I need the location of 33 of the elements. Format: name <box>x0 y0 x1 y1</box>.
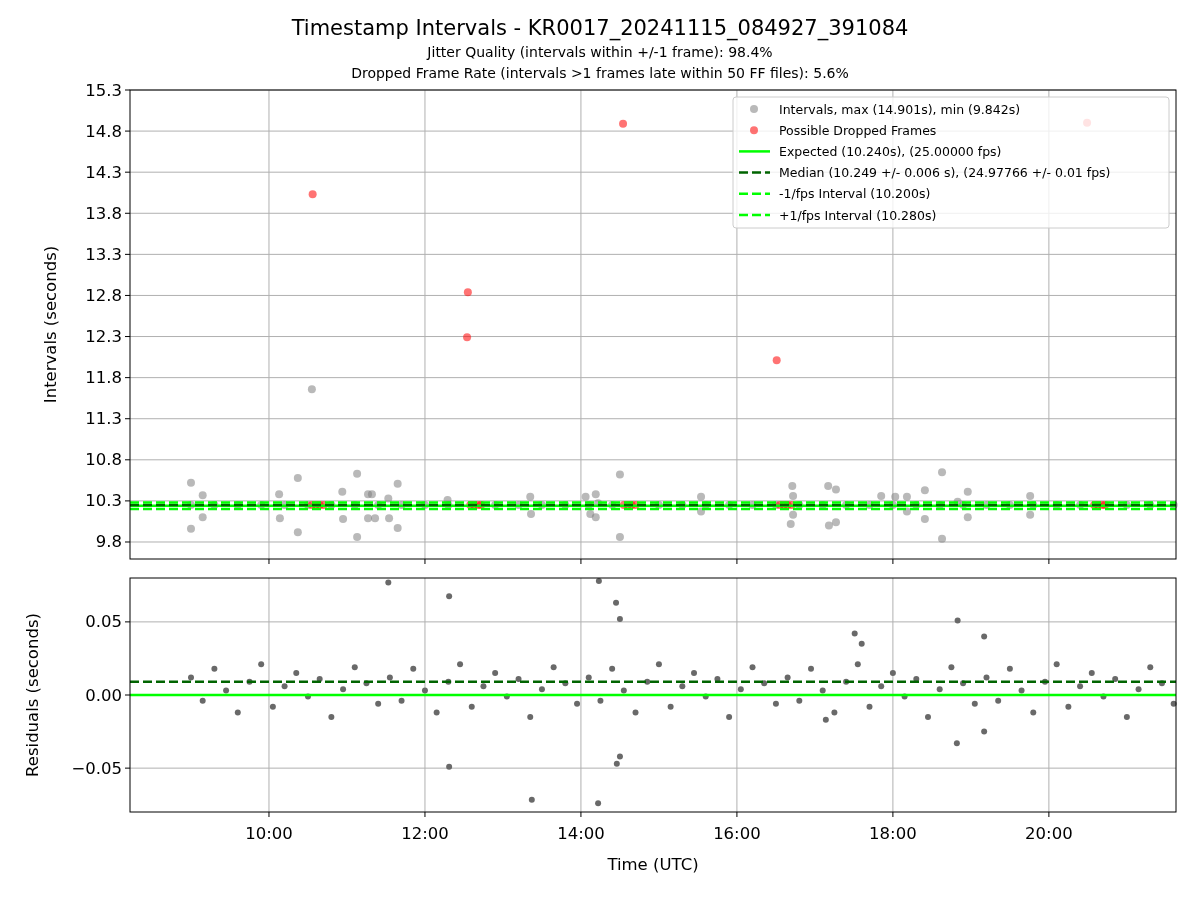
legend-label: Intervals, max (14.901s), min (9.842s) <box>779 101 1021 117</box>
tick-label: 15.3 <box>85 82 122 100</box>
axis-label: Time (UTC) <box>607 854 699 874</box>
tick-label: 13.3 <box>85 244 122 264</box>
legend-label: Expected (10.240s), (25.00000 fps) <box>779 143 1002 159</box>
legend-label: Median (10.249 +/- 0.006 s), (24.97766 +/- 0.01 fps) <box>779 165 1111 181</box>
tick-label: 16:00 <box>713 823 761 843</box>
tick-label: 10:00 <box>245 823 293 843</box>
tick-label: 10.3 <box>85 491 122 511</box>
chart-subtitle: Dropped Frame Rate (intervals >1 frames late within 50 FF files): 5.6% <box>351 64 849 83</box>
tick-label: 14.3 <box>85 162 122 182</box>
axis-label: Intervals (seconds) <box>40 245 60 404</box>
legend-label: -1/fps Interval (10.200s) <box>779 186 931 202</box>
tick-label: 0.05 <box>85 612 122 632</box>
tick-label: 14.8 <box>85 121 122 141</box>
tick-label: 12:00 <box>401 823 449 843</box>
tick-label: 12.3 <box>85 327 122 347</box>
tick-label: 11.3 <box>85 409 122 429</box>
tick-label: 12.8 <box>85 285 122 305</box>
chart-title: Timestamp Intervals - KR0017_20241115_084927_391084 <box>291 15 909 42</box>
legend-label: Possible Dropped Frames <box>779 122 937 138</box>
chart-subtitle: Jitter Quality (intervals within +/-1 frame): 98.4% <box>427 43 773 62</box>
tick-label: 10.8 <box>85 450 122 470</box>
tick-label: −0.05 <box>71 758 122 778</box>
tick-label: 18:00 <box>869 823 917 843</box>
tick-label: 14:00 <box>557 823 605 843</box>
legend-label: +1/fps Interval (10.280s) <box>779 207 937 223</box>
tick-label: 11.8 <box>85 368 122 388</box>
tick-label: 20:00 <box>1025 823 1073 843</box>
tick-label: 13.8 <box>85 203 122 223</box>
tick-label: 9.8 <box>95 532 122 552</box>
tick-label: 0.00 <box>85 685 122 705</box>
axis-label: Residuals (seconds) <box>22 613 42 777</box>
